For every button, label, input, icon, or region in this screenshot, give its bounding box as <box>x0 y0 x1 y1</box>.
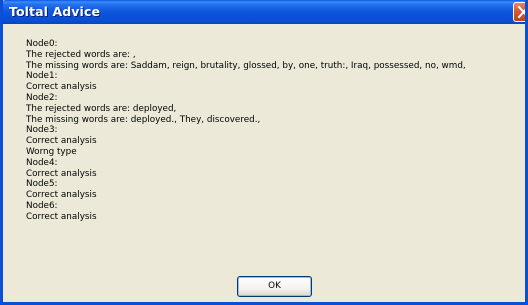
ok-button[interactable]: OK <box>237 276 312 297</box>
message-line: The rejected words are: , <box>26 49 136 60</box>
message-line: The missing words are: deployed., They, … <box>26 114 261 125</box>
message-line: Correct analysis <box>26 211 97 222</box>
message-line: Node5: <box>26 179 58 190</box>
close-button[interactable] <box>513 2 525 22</box>
message-line: Node2: <box>26 92 58 103</box>
message-line: Node1: <box>26 71 58 82</box>
window-title: Toltal Advice <box>9 4 101 19</box>
message-line: Node4: <box>26 157 58 168</box>
title-bar[interactable]: Toltal Advice <box>3 0 525 24</box>
message-line: The missing words are: Saddam, reign, br… <box>26 60 466 71</box>
message-line: Node3: <box>26 125 58 136</box>
message-text: Node0: The rejected words are: , The mis… <box>26 39 525 223</box>
dialog-window: Toltal Advice Node0: The rejected words … <box>0 0 528 305</box>
message-line: Correct analysis <box>26 168 97 179</box>
close-icon <box>517 5 525 19</box>
message-line: Worng type <box>26 146 77 157</box>
message-line: Node6: <box>26 200 58 211</box>
message-line: Correct analysis <box>26 136 97 147</box>
message-line: Correct analysis <box>26 190 97 201</box>
message-line: The rejected words are: deployed, <box>26 103 177 114</box>
message-line: Correct analysis <box>26 82 97 93</box>
message-line: Node0: <box>26 39 58 49</box>
